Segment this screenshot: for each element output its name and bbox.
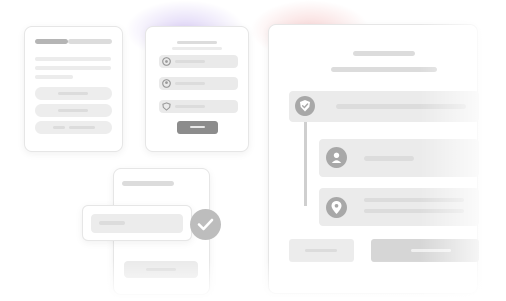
middle-card [145,26,249,152]
card-button[interactable] [124,261,198,278]
card-button-label [146,268,176,271]
step-label [364,156,414,161]
text-line [35,75,73,79]
step-label [336,104,466,109]
step-icon-circle [326,147,347,168]
selected-row-label [99,221,125,225]
text-line [35,57,111,61]
selected-row-field [91,214,183,233]
list-item[interactable] [159,77,238,90]
continue-button[interactable] [371,239,479,262]
step-connector [304,122,307,206]
left-card [24,26,123,152]
list-item[interactable] [159,55,238,68]
card-title [177,41,217,44]
option-button[interactable] [35,87,112,100]
card-subtitle [172,47,222,50]
check-icon [197,218,214,231]
shield-icon [162,102,171,111]
option-label [58,92,88,95]
back-button-label [305,249,337,252]
option-label [69,126,95,129]
step-icon-circle [326,197,347,218]
card-title [122,181,174,186]
settings-icon [162,57,171,66]
text-line [35,66,111,70]
check-badge [190,209,221,240]
list-item-label [175,82,205,85]
step-icon-circle [295,96,315,116]
step-label [364,209,464,213]
step-row[interactable] [289,91,479,122]
location-pin-icon [331,201,342,214]
list-item-label [175,60,205,63]
continue-button-label [411,249,451,252]
submit-button[interactable] [177,121,218,134]
submit-button-label [190,126,205,128]
selected-row[interactable] [82,205,192,241]
card-title [353,51,415,56]
user-icon [331,152,342,163]
list-item[interactable] [159,100,238,113]
step-row[interactable] [319,139,479,177]
step-label [364,198,464,202]
list-item-label [175,105,205,108]
step-row[interactable] [319,188,479,226]
progress-bar-filled [35,39,68,44]
user-icon [162,79,171,88]
option-label [53,126,65,129]
main-card [268,24,479,294]
shield-check-icon [300,100,310,112]
card-subtitle [331,67,437,72]
back-button[interactable] [289,239,354,262]
option-button[interactable] [35,104,112,117]
option-label [58,109,88,112]
option-button[interactable] [35,121,112,134]
progress-bar-track [68,39,112,44]
